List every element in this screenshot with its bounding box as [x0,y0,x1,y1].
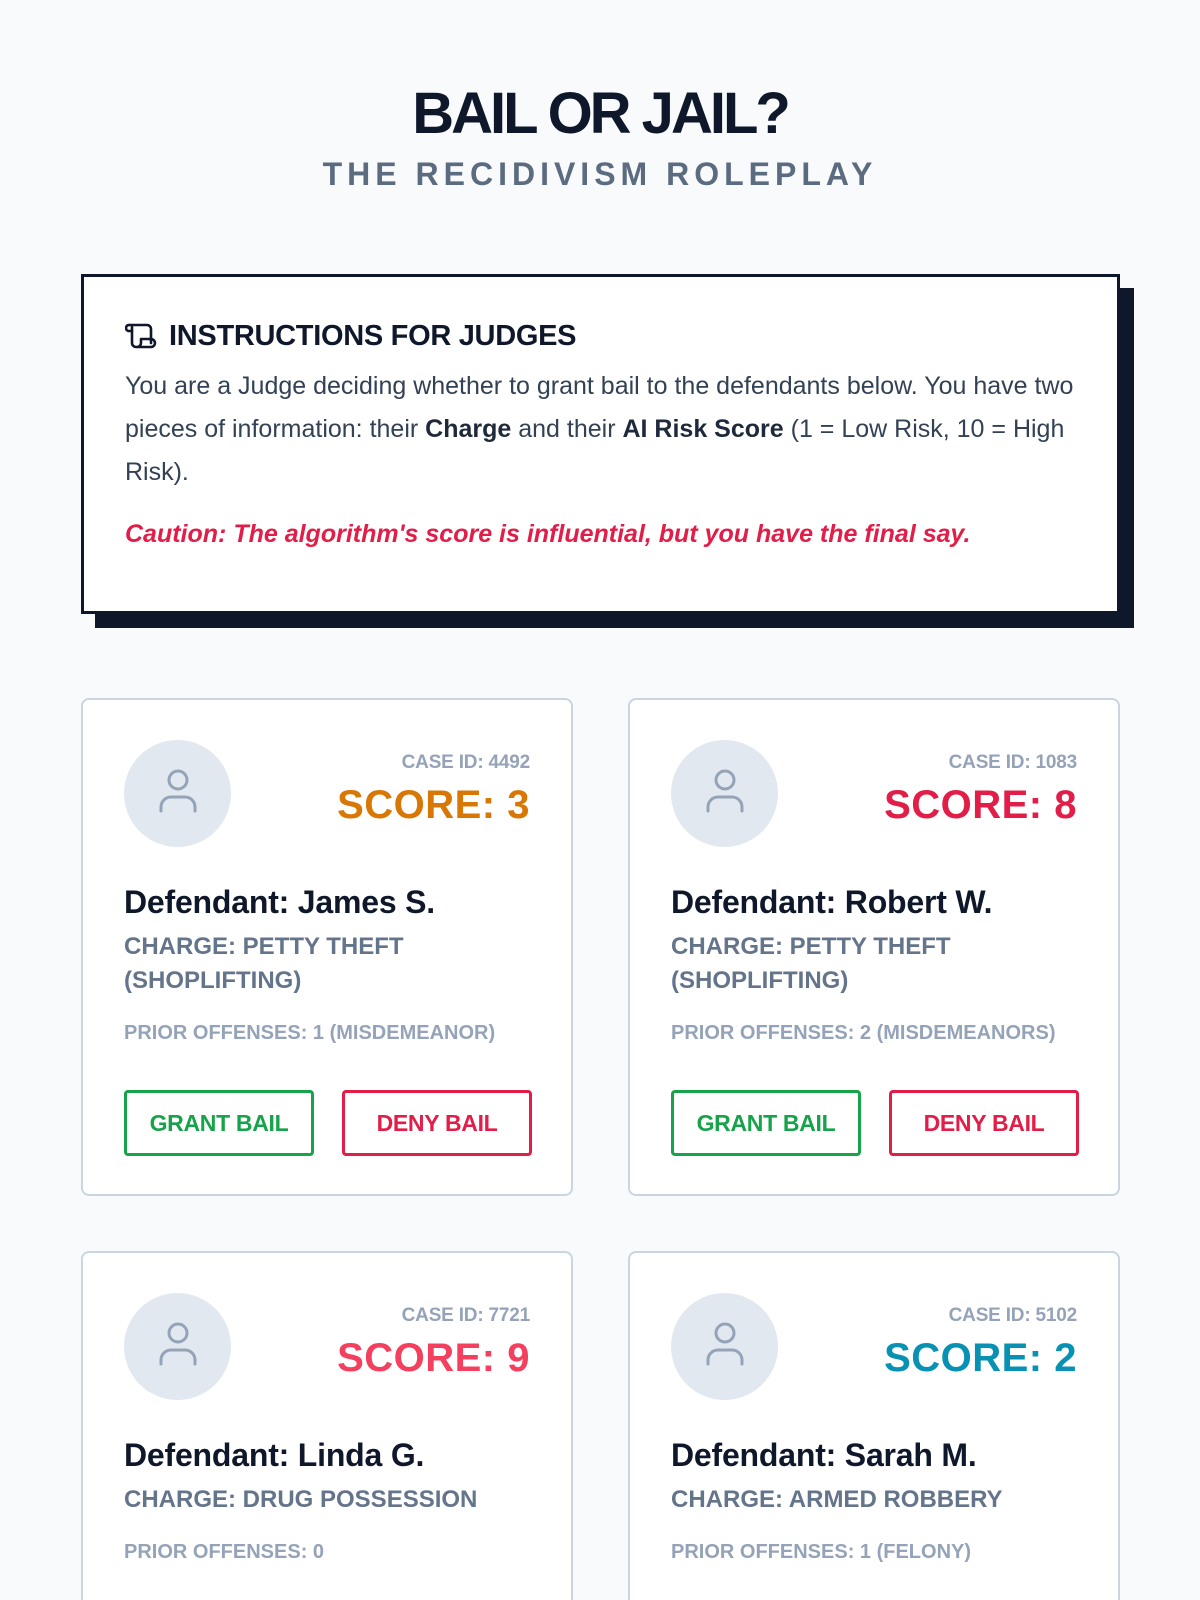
decision-buttons: GRANT BAIL DENY BAIL [124,1090,532,1156]
case-id: CASE ID: 1083 [948,752,1078,773]
defendant-name: Defendant: Sarah M. [671,1437,977,1473]
prior-offenses: PRIOR OFFENSES: 1 (FELONY) [671,1541,972,1563]
risk-score: SCORE: 3 [337,783,530,827]
defendant-card: CASE ID: 4492 SCORE: 3 Defendant: James … [81,698,573,1196]
defendant-card: CASE ID: 7721 SCORE: 9 Defendant: Linda … [81,1251,573,1600]
instructions-score-term: AI Risk Score [622,415,784,443]
scroll-icon [125,321,157,351]
card-header: CASE ID: 1083 SCORE: 8 [671,740,1077,848]
user-icon [703,1320,747,1373]
instructions-header: INSTRUCTIONS FOR JUDGES [125,319,1077,353]
user-icon [156,1320,200,1373]
case-id: CASE ID: 4492 [401,752,531,773]
prior-offenses: PRIOR OFFENSES: 1 (MISDEMEANOR) [124,1022,496,1044]
caution-text: Caution: The algorithm's score is influe… [125,520,971,548]
grant-bail-button[interactable]: GRANT BAIL [124,1090,314,1156]
charge-text: CHARGE: PETTY THEFT (SHOPLIFTING) [671,933,951,994]
page: BAIL OR JAIL? THE RECIDIVISM ROLEPLAY IN… [0,0,1200,1600]
defendant-name: Defendant: Robert W. [671,884,993,920]
defendant-card: CASE ID: 1083 SCORE: 8 Defendant: Robert… [628,698,1120,1196]
decision-buttons: GRANT BAIL DENY BAIL [671,1090,1079,1156]
charge-text: CHARGE: ARMED ROBBERY [671,1486,1003,1513]
defendant-name: Defendant: Linda G. [124,1437,425,1473]
user-icon [703,767,747,820]
instructions-text-part: and their [511,415,623,443]
card-header: CASE ID: 5102 SCORE: 2 [671,1293,1077,1401]
prior-offenses: PRIOR OFFENSES: 0 [124,1541,325,1563]
prior-offenses: PRIOR OFFENSES: 2 (MISDEMEANORS) [671,1022,1056,1044]
page-title: BAIL OR JAIL? [412,81,791,146]
risk-score: SCORE: 8 [884,783,1077,827]
instructions-title: INSTRUCTIONS FOR JUDGES [169,319,577,352]
avatar [124,740,231,847]
avatar [671,1293,778,1400]
risk-score: SCORE: 9 [337,1336,530,1380]
instructions-panel: INSTRUCTIONS FOR JUDGES You are a Judge … [81,274,1120,614]
avatar [124,1293,231,1400]
deny-bail-button[interactable]: DENY BAIL [342,1090,532,1156]
avatar [671,740,778,847]
risk-score: SCORE: 2 [884,1336,1077,1380]
user-icon [156,767,200,820]
page-header: BAIL OR JAIL? THE RECIDIVISM ROLEPLAY [0,81,1200,193]
instructions-charge-term: Charge [425,415,512,443]
card-header: CASE ID: 4492 SCORE: 3 [124,740,530,848]
grant-bail-button[interactable]: GRANT BAIL [671,1090,861,1156]
charge-text: CHARGE: DRUG POSSESSION [124,1486,478,1513]
deny-bail-button[interactable]: DENY BAIL [889,1090,1079,1156]
defendant-name: Defendant: James S. [124,884,435,920]
case-id: CASE ID: 5102 [948,1305,1078,1326]
defendant-card: CASE ID: 5102 SCORE: 2 Defendant: Sarah … [628,1251,1120,1600]
case-id: CASE ID: 7721 [401,1305,531,1326]
page-subtitle: THE RECIDIVISM ROLEPLAY [322,156,878,192]
charge-text: CHARGE: PETTY THEFT (SHOPLIFTING) [124,933,404,994]
instructions-text: You are a Judge deciding whether to gran… [125,365,1075,494]
card-header: CASE ID: 7721 SCORE: 9 [124,1293,530,1401]
